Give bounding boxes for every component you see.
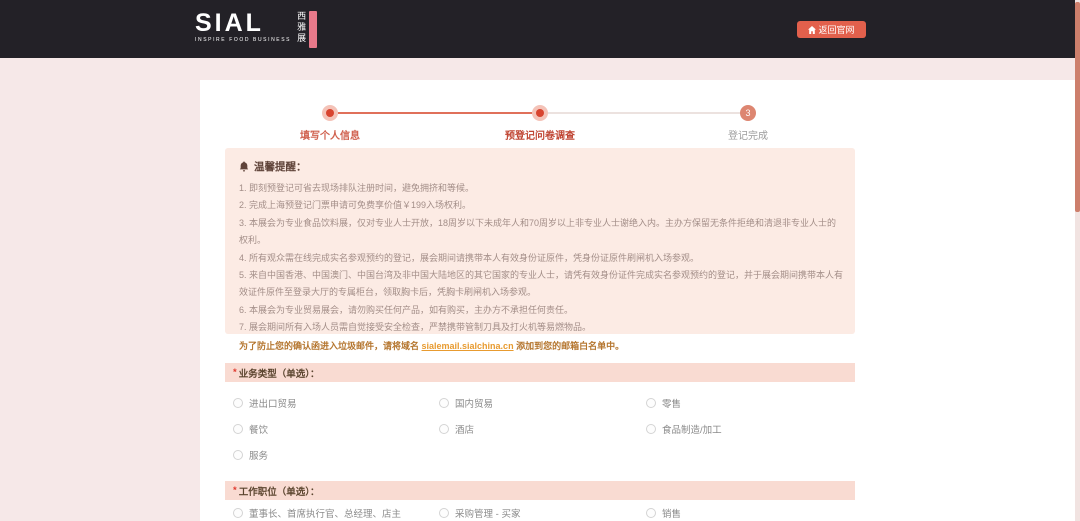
radio-label: 餐饮 [249,422,268,436]
logo-pink-tag [309,11,317,48]
radio-label: 食品制造/加工 [662,422,722,436]
top-header-bar: SIAL INSPIRE FOOD BUSINESS 西雅展 返回官网 [0,0,1075,58]
step3-number: 3 [745,108,750,118]
logo-brand-text: SIAL [195,11,291,35]
radio-label: 服务 [249,448,268,462]
radio-option-retail[interactable]: 零售 [646,394,853,411]
radio-icon [233,398,243,408]
radio-option-service[interactable]: 服务 [233,446,439,463]
radio-label: 董事长、首席执行官、总经理、店主 [249,506,401,520]
scrollbar-track[interactable] [1075,0,1080,521]
radio-option-catering[interactable]: 餐饮 [233,420,439,437]
radio-option-sales[interactable]: 销售 [646,504,853,521]
radio-option-import-export[interactable]: 进出口贸易 [233,394,439,411]
radio-icon [439,398,449,408]
step1-dot [322,105,338,121]
whitelist-domain-link[interactable]: sialemail.sialchina.cn [422,341,514,351]
notice-item-6: 6. 本展会为专业贸易展会，请勿购买任何产品，如有购买，主办方不承担任何责任。 [239,302,845,319]
radio-icon [233,450,243,460]
radio-option-domestic-trade[interactable]: 国内贸易 [439,394,646,411]
business-type-options: 进出口贸易 国内贸易 零售 餐饮 酒店 食品制造/加工 服务 [233,394,853,463]
registration-card: 填写个人信息 预登记问卷调查 3 登记完成 温馨提醒： 1. 即刻预登记可省去现… [200,80,1075,521]
step2-dot [532,105,548,121]
section-business-type-title: 业务类型（单选）： [239,366,320,380]
radio-label: 采购管理 - 买家 [455,506,520,520]
notice-title-text: 温馨提醒： [254,159,307,174]
notice-item-2: 2. 完成上海预登记门票申请可免费享价值￥199入场权利。 [239,197,845,214]
radio-icon [646,508,656,518]
radio-icon [233,508,243,518]
logo-tagline: INSPIRE FOOD BUSINESS [195,37,291,43]
step1-label: 填写个人信息 [300,127,360,142]
step3-label: 登记完成 [728,127,768,142]
radio-label: 国内贸易 [455,396,493,410]
radio-icon [439,508,449,518]
radio-label: 酒店 [455,422,474,436]
radio-icon [233,424,243,434]
radio-option-hotel[interactable]: 酒店 [439,420,646,437]
job-position-options: 董事长、首席执行官、总经理、店主 采购管理 - 买家 销售 [233,504,853,521]
notice-item-5: 5. 来自中国香港、中国澳门、中国台湾及非中国大陆地区的其它国家的专业人士，请凭… [239,267,845,302]
notice-item-1: 1. 即刻预登记可省去现场排队注册时间，避免拥挤和等候。 [239,180,845,197]
radio-label: 进出口贸易 [249,396,297,410]
section-job-position-title: 工作职位（单选）： [239,484,320,498]
radio-icon [439,424,449,434]
section-job-position-header: * 工作职位（单选）： [225,481,855,500]
notice-item-4: 4. 所有观众需在线完成实名参观预约的登记，展会期间请携带本人有效身份证原件，凭… [239,250,845,267]
back-to-official-site-button[interactable]: 返回官网 [797,21,866,38]
section-business-type-header: * 业务类型（单选）： [225,363,855,382]
radio-icon [646,398,656,408]
radio-option-food-manufacturing[interactable]: 食品制造/加工 [646,420,853,437]
required-asterisk: * [233,485,237,496]
required-asterisk: * [233,367,237,378]
bell-icon [239,161,249,172]
radio-option-purchasing-buyer[interactable]: 采购管理 - 买家 [439,504,646,521]
scrollbar-thumb[interactable] [1075,2,1080,212]
sial-logo: SIAL INSPIRE FOOD BUSINESS 西雅展 [195,11,337,48]
step2-label: 预登记问卷调查 [505,127,575,142]
notice-footer-suffix: 添加到您的邮箱白名单中。 [514,341,625,351]
radio-option-chairman-ceo[interactable]: 董事长、首席执行官、总经理、店主 [233,504,439,521]
radio-label: 销售 [662,506,681,520]
back-button-label: 返回官网 [818,23,854,36]
radio-label: 零售 [662,396,681,410]
stepper-connector-pending [548,112,748,114]
notice-footer-prefix: 为了防止您的确认函进入垃圾邮件，请将域名 [239,341,422,351]
logo-chinese-text: 西雅展 [296,11,306,44]
stepper-connector-done [338,112,540,114]
notice-box: 温馨提醒： 1. 即刻预登记可省去现场排队注册时间，避免拥挤和等候。 2. 完成… [225,148,855,334]
step3-dot: 3 [740,105,756,121]
home-icon [808,26,816,34]
notice-footer: 为了防止您的确认函进入垃圾邮件，请将域名 sialemail.sialchina… [239,338,845,355]
radio-icon [646,424,656,434]
notice-item-7: 7. 展会期间所有入场人员需自觉接受安全检查，严禁携带管制刀具及打火机等易燃物品… [239,319,845,336]
notice-item-3: 3. 本展会为专业食品饮料展，仅对专业人士开放，18周岁以下未成年人和70周岁以… [239,215,845,250]
